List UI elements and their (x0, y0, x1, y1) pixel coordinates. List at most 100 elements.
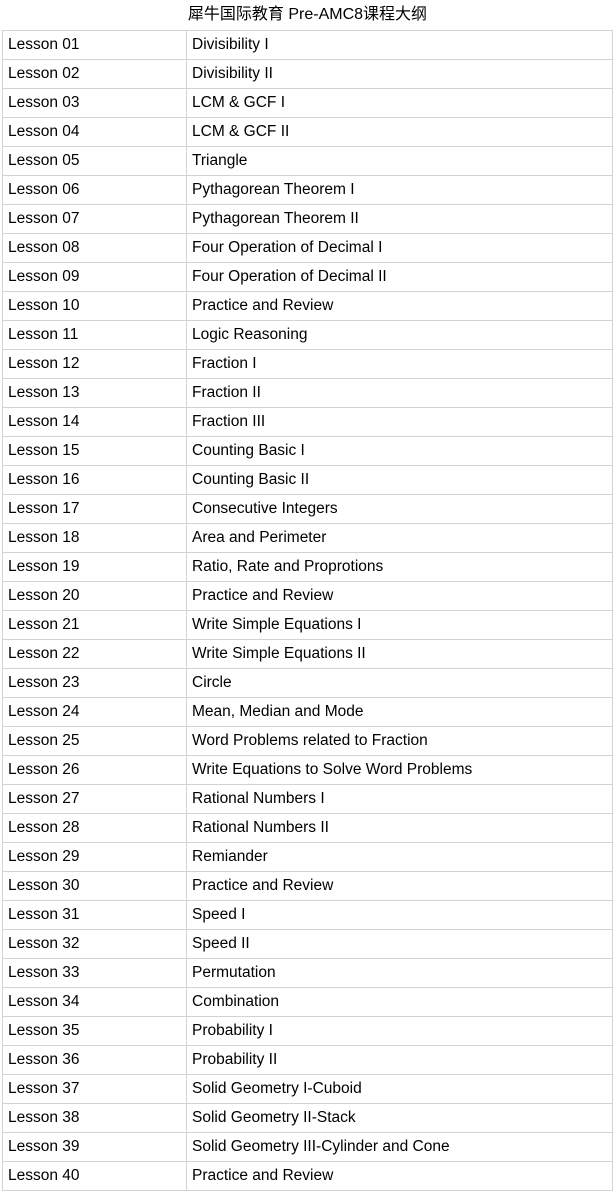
lesson-number-cell: Lesson 30 (2, 871, 187, 901)
lesson-topic-cell: Mean, Median and Mode (186, 697, 613, 727)
lesson-topic-cell: Write Equations to Solve Word Problems (186, 755, 613, 785)
syllabus-rows-body: Lesson 01 Divisibility I Lesson 02 Divisibi… (2, 30, 613, 1191)
lesson-number-cell: Lesson 02 (2, 59, 187, 89)
lesson-number-cell: Lesson 33 (2, 958, 187, 988)
table-row: Lesson 35 Probability I (2, 1016, 613, 1046)
table-row: Lesson 36 Probability II (2, 1045, 613, 1075)
table-row: Lesson 31 Speed I (2, 900, 613, 930)
lesson-number-cell: Lesson 07 (2, 204, 187, 234)
lesson-number-cell: Lesson 32 (2, 929, 187, 959)
lesson-number-cell: Lesson 27 (2, 784, 187, 814)
table-row: Lesson 10 Practice and Review (2, 291, 613, 321)
lesson-topic-cell: Pythagorean Theorem I (186, 175, 613, 205)
lesson-number-cell: Lesson 01 (2, 30, 187, 60)
table-row: Lesson 17 Consecutive Integers (2, 494, 613, 524)
lesson-number-cell: Lesson 06 (2, 175, 187, 205)
table-row: Lesson 37 Solid Geometry I-Cuboid (2, 1074, 613, 1104)
lesson-topic-cell: Circle (186, 668, 613, 698)
lesson-number-cell: Lesson 36 (2, 1045, 187, 1075)
lesson-topic-cell: Permutation (186, 958, 613, 988)
lesson-topic-cell: Ratio, Rate and Proprotions (186, 552, 613, 582)
table-row: Lesson 02 Divisibility II (2, 59, 613, 89)
lesson-topic-cell: Fraction III (186, 407, 613, 437)
syllabus-title-row: 犀牛国际教育 Pre-AMC8课程大纲 (2, 0, 613, 31)
table-row: Lesson 06 Pythagorean Theorem I (2, 175, 613, 205)
lesson-number-cell: Lesson 03 (2, 88, 187, 118)
lesson-topic-cell: Logic Reasoning (186, 320, 613, 350)
table-row: Lesson 13 Fraction II (2, 378, 613, 408)
lesson-number-cell: Lesson 09 (2, 262, 187, 292)
lesson-number-cell: Lesson 24 (2, 697, 187, 727)
lesson-topic-cell: Solid Geometry I-Cuboid (186, 1074, 613, 1104)
page-title: 犀牛国际教育 Pre-AMC8课程大纲 (2, 0, 613, 31)
lesson-number-cell: Lesson 26 (2, 755, 187, 785)
lesson-topic-cell: Speed II (186, 929, 613, 959)
lesson-number-cell: Lesson 15 (2, 436, 187, 466)
table-row: Lesson 16 Counting Basic II (2, 465, 613, 495)
lesson-number-cell: Lesson 21 (2, 610, 187, 640)
lesson-topic-cell: Divisibility I (186, 30, 613, 60)
table-row: Lesson 08 Four Operation of Decimal I (2, 233, 613, 263)
lesson-number-cell: Lesson 31 (2, 900, 187, 930)
lesson-number-cell: Lesson 17 (2, 494, 187, 524)
syllabus-table-body: 犀牛国际教育 Pre-AMC8课程大纲 (2, 0, 613, 31)
lesson-topic-cell: Divisibility II (186, 59, 613, 89)
lesson-topic-cell: Solid Geometry III-Cylinder and Cone (186, 1132, 613, 1162)
lesson-topic-cell: Counting Basic II (186, 465, 613, 495)
lesson-number-cell: Lesson 20 (2, 581, 187, 611)
lesson-topic-cell: Practice and Review (186, 581, 613, 611)
course-syllabus-table: 犀牛国际教育 Pre-AMC8课程大纲 Lesson 01 Divisibilit… (2, 0, 613, 1191)
table-row: Lesson 03 LCM & GCF I (2, 88, 613, 118)
lesson-topic-cell: Rational Numbers I (186, 784, 613, 814)
lesson-topic-cell: LCM & GCF II (186, 117, 613, 147)
table-row: Lesson 27 Rational Numbers I (2, 784, 613, 814)
lesson-topic-cell: Rational Numbers II (186, 813, 613, 843)
lesson-topic-cell: Four Operation of Decimal II (186, 262, 613, 292)
lesson-number-cell: Lesson 19 (2, 552, 187, 582)
lesson-number-cell: Lesson 22 (2, 639, 187, 669)
lesson-topic-cell: LCM & GCF I (186, 88, 613, 118)
lesson-topic-cell: Triangle (186, 146, 613, 176)
table-row: Lesson 38 Solid Geometry II-Stack (2, 1103, 613, 1133)
lesson-number-cell: Lesson 35 (2, 1016, 187, 1046)
lesson-number-cell: Lesson 34 (2, 987, 187, 1017)
lesson-number-cell: Lesson 04 (2, 117, 187, 147)
table-row: Lesson 14 Fraction III (2, 407, 613, 437)
lesson-topic-cell: Fraction I (186, 349, 613, 379)
table-row: Lesson 26 Write Equations to Solve Word P… (2, 755, 613, 785)
lesson-topic-cell: Fraction II (186, 378, 613, 408)
lesson-number-cell: Lesson 12 (2, 349, 187, 379)
table-row: Lesson 40 Practice and Review (2, 1161, 613, 1191)
lesson-number-cell: Lesson 28 (2, 813, 187, 843)
table-row: Lesson 09 Four Operation of Decimal II (2, 262, 613, 292)
lesson-topic-cell: Area and Perimeter (186, 523, 613, 553)
lesson-number-cell: Lesson 39 (2, 1132, 187, 1162)
lesson-topic-cell: Consecutive Integers (186, 494, 613, 524)
table-row: Lesson 15 Counting Basic I (2, 436, 613, 466)
table-row: Lesson 32 Speed II (2, 929, 613, 959)
table-row: Lesson 21 Write Simple Equations I (2, 610, 613, 640)
lesson-topic-cell: Counting Basic I (186, 436, 613, 466)
table-row: Lesson 23 Circle (2, 668, 613, 698)
table-row: Lesson 11 Logic Reasoning (2, 320, 613, 350)
table-row: Lesson 25 Word Problems related to Fracti… (2, 726, 613, 756)
lesson-topic-cell: Write Simple Equations I (186, 610, 613, 640)
table-row: Lesson 39 Solid Geometry III-Cylinder and… (2, 1132, 613, 1162)
table-row: Lesson 07 Pythagorean Theorem II (2, 204, 613, 234)
lesson-number-cell: Lesson 13 (2, 378, 187, 408)
lesson-topic-cell: Four Operation of Decimal I (186, 233, 613, 263)
lesson-number-cell: Lesson 16 (2, 465, 187, 495)
lesson-number-cell: Lesson 05 (2, 146, 187, 176)
table-row: Lesson 22 Write Simple Equations II (2, 639, 613, 669)
lesson-topic-cell: Practice and Review (186, 291, 613, 321)
lesson-topic-cell: Probability I (186, 1016, 613, 1046)
lesson-number-cell: Lesson 40 (2, 1161, 187, 1191)
lesson-number-cell: Lesson 25 (2, 726, 187, 756)
table-row: Lesson 33 Permutation (2, 958, 613, 988)
lesson-number-cell: Lesson 10 (2, 291, 187, 321)
table-row: Lesson 12 Fraction I (2, 349, 613, 379)
table-row: Lesson 20 Practice and Review (2, 581, 613, 611)
lesson-topic-cell: Remiander (186, 842, 613, 872)
lesson-topic-cell: Solid Geometry II-Stack (186, 1103, 613, 1133)
table-row: Lesson 34 Combination (2, 987, 613, 1017)
